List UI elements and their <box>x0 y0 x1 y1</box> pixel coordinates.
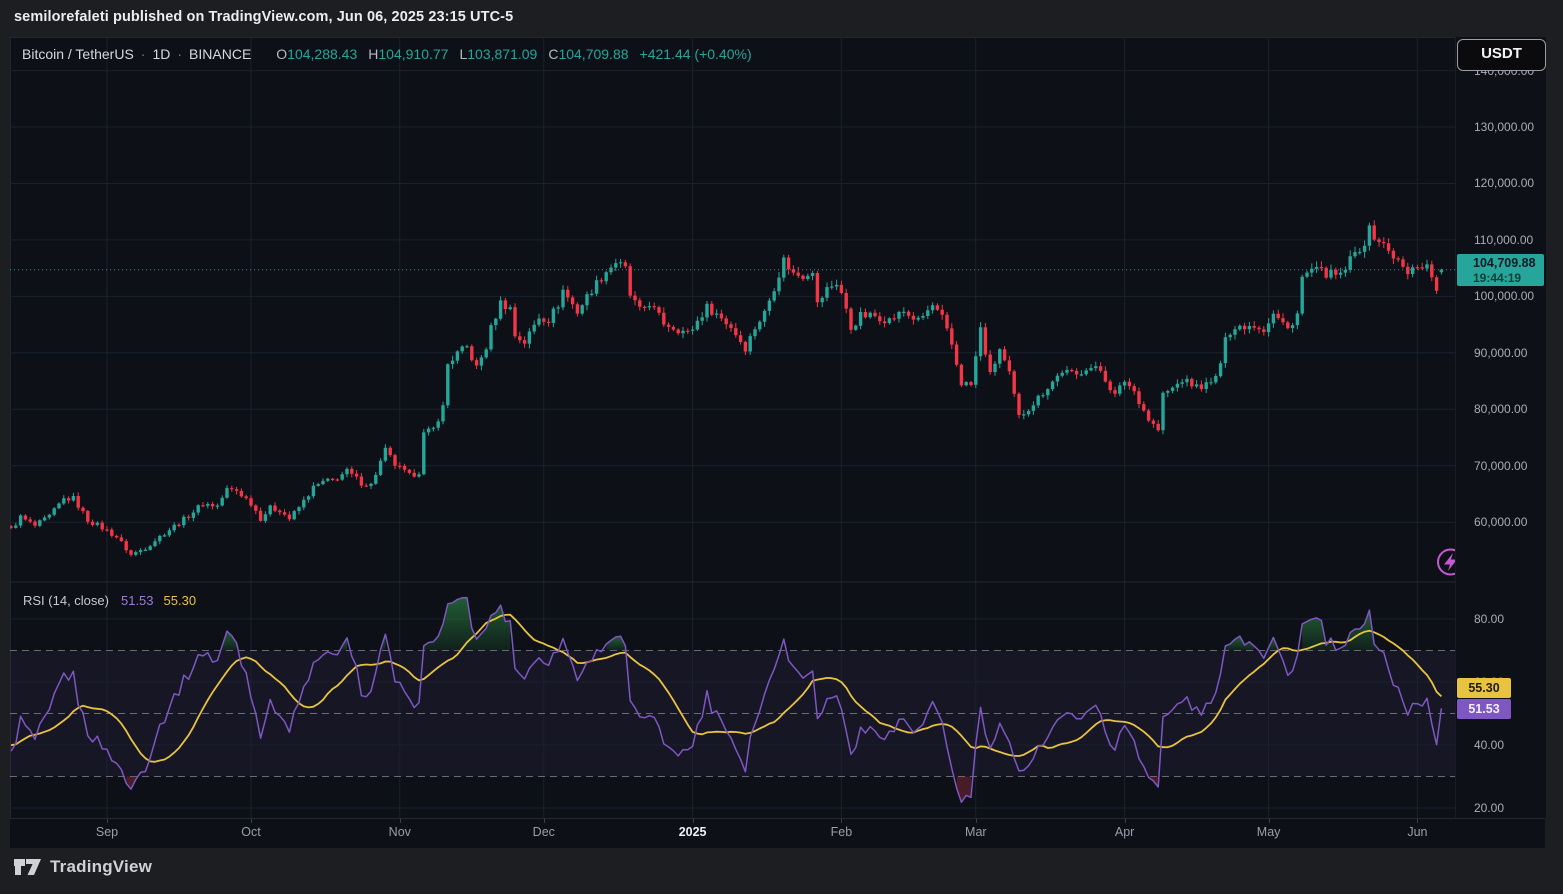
rsi-value: 51.53 <box>121 593 154 608</box>
rsi-axis-label: 80.00 <box>1474 611 1504 627</box>
time-scale[interactable]: Sep Oct Nov Dec 2025 Feb Mar Apr May Jun <box>10 818 1545 848</box>
rsi-ma-badge: 55.30 <box>1457 678 1511 698</box>
lightning-icon[interactable] <box>1438 550 1455 575</box>
rsi-axis-label: 20.00 <box>1474 800 1504 816</box>
candlestick-rsi-chart-canvas[interactable] <box>10 37 1455 818</box>
bar-countdown: 19:44:19 <box>1473 272 1544 285</box>
time-axis-tick <box>693 819 694 823</box>
rsi-value-badge: 51.53 <box>1457 699 1511 719</box>
attribution-bar: semilorefaleti published on TradingView.… <box>0 0 1563 37</box>
rsi-axis-label: 40.00 <box>1474 737 1504 753</box>
tradingview-published-chart: semilorefaleti published on TradingView.… <box>0 0 1563 894</box>
tradingview-logo-link[interactable]: TradingView <box>14 857 152 877</box>
separator: · <box>141 46 146 62</box>
time-axis-tick <box>544 819 545 823</box>
ohlc-label: O <box>276 46 287 62</box>
ohlc-label: C <box>548 46 558 62</box>
time-axis-label: Apr <box>1115 825 1134 839</box>
time-axis-label: Jun <box>1407 825 1427 839</box>
exchange-label[interactable]: BINANCE <box>189 46 251 62</box>
time-axis-label: Mar <box>965 825 987 839</box>
time-axis-tick <box>841 819 842 823</box>
time-axis-tick <box>1269 819 1270 823</box>
time-axis-tick <box>400 819 401 823</box>
time-axis-label: Nov <box>389 825 411 839</box>
time-axis-label: Feb <box>831 825 853 839</box>
price-axis-label: 70,000.00 <box>1474 458 1527 474</box>
separator: · <box>177 46 182 62</box>
time-axis-tick <box>976 819 977 823</box>
current-price-value: 104,709.88 <box>1473 255 1544 272</box>
timeframe-label[interactable]: 1D <box>152 46 170 62</box>
tradingview-icon <box>14 857 41 877</box>
rsi-header: RSI (14, close) 51.53 55.30 <box>23 593 196 608</box>
ohlc-value: 103,871.09 <box>467 46 537 62</box>
price-axis-label: 80,000.00 <box>1474 401 1527 417</box>
price-axis-label: 110,000.00 <box>1474 232 1533 248</box>
ohlc-value: 104,910.77 <box>378 46 448 62</box>
ohlc-label: H <box>368 46 378 62</box>
time-axis-label: May <box>1257 825 1281 839</box>
price-axis-label: 60,000.00 <box>1474 514 1527 530</box>
ohlc-values: O104,288.43H104,910.77L103,871.09C104,70… <box>265 46 628 62</box>
time-axis-tick <box>251 819 252 823</box>
time-axis-label: 2025 <box>679 825 707 839</box>
time-axis-tick <box>107 819 108 823</box>
price-axis-label: 100,000.00 <box>1474 288 1534 304</box>
price-axis-label: 120,000.00 <box>1474 175 1534 191</box>
tradingview-brand-text: TradingView <box>50 857 152 877</box>
currency-toggle-button[interactable]: USDT <box>1457 39 1546 71</box>
rsi-ma-value: 55.30 <box>164 593 197 608</box>
ohlc-value: 104,709.88 <box>558 46 628 62</box>
time-axis-label: Sep <box>96 825 118 839</box>
rsi-title[interactable]: RSI (14, close) <box>23 593 109 608</box>
time-axis-tick <box>1125 819 1126 823</box>
price-axis-label: 90,000.00 <box>1474 345 1527 361</box>
price-scale[interactable]: 104,709.88 19:44:19 55.30 51.53 140,000.… <box>1455 37 1546 818</box>
current-price-badge: 104,709.88 19:44:19 <box>1457 254 1544 286</box>
time-axis-tick <box>1417 819 1418 823</box>
ohlc-value: 104,288.43 <box>287 46 357 62</box>
change-value: +421.44 (+0.40%) <box>640 46 752 62</box>
symbol-header: Bitcoin / TetherUS · 1D · BINANCE O104,288.43… <box>22 46 752 62</box>
chart-widget: Bitcoin / TetherUS · 1D · BINANCE O104,288.43… <box>10 37 1545 847</box>
attribution-text: semilorefaleti published on TradingView.… <box>14 9 513 25</box>
time-axis-label: Oct <box>241 825 260 839</box>
time-axis-label: Dec <box>533 825 555 839</box>
symbol-title[interactable]: Bitcoin / TetherUS <box>22 46 134 62</box>
price-axis-label: 130,000.00 <box>1474 119 1534 135</box>
